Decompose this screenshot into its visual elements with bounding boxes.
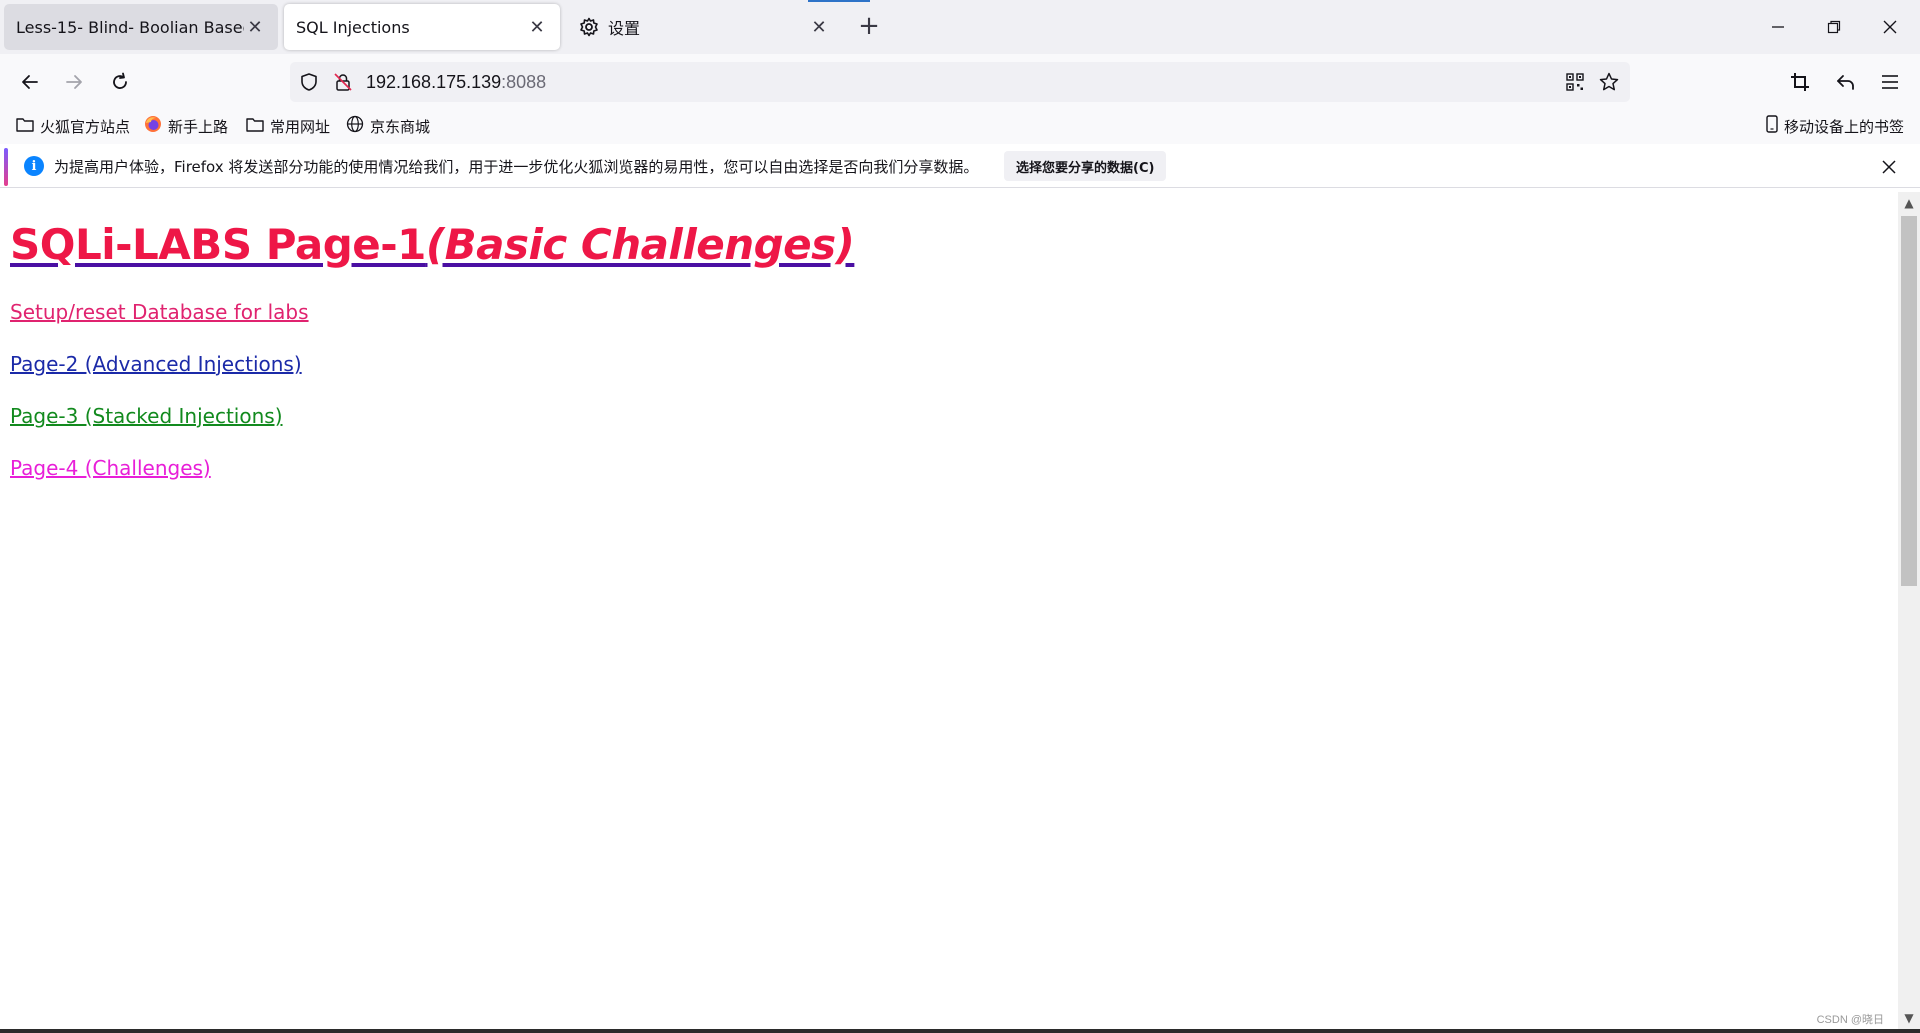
vertical-scrollbar[interactable]: ▲ ▼ <box>1898 192 1920 1029</box>
url-text[interactable]: 192.168.175.139:8088 <box>366 72 546 93</box>
page-4-challenges-link[interactable]: Page-4 (Challenges) <box>10 456 211 480</box>
close-window-icon[interactable] <box>1874 12 1906 42</box>
page-3-stacked-injections-link[interactable]: Page-3 (Stacked Injections) <box>10 404 283 428</box>
page-title[interactable]: SQLi-LABS Page-1(Basic Challenges) <box>10 220 855 269</box>
bookmark-jd-mall[interactable]: 京东商城 <box>346 114 430 138</box>
info-icon: i <box>24 156 44 176</box>
navigation-toolbar: 192.168.175.139:8088 <box>0 54 1920 108</box>
tab-title: SQL Injections <box>296 17 410 37</box>
globe-icon <box>346 115 364 137</box>
notification-message: 为提高用户体验，Firefox 将发送部分功能的使用情况给我们，用于进一步优化火… <box>54 158 979 176</box>
folder-icon <box>246 116 264 136</box>
mobile-device-icon <box>1766 115 1778 137</box>
forward-arrow-icon[interactable] <box>58 66 90 98</box>
reload-icon[interactable] <box>104 66 136 98</box>
close-tab-icon[interactable]: ✕ <box>526 16 548 38</box>
page-title-sub: (Basic Challenges) <box>425 220 855 269</box>
screenshot-crop-icon[interactable] <box>1784 66 1816 98</box>
url-host: 192.168.175.139 <box>366 71 502 92</box>
taskbar-edge <box>0 1029 1920 1033</box>
bookmark-label: 京东商城 <box>370 117 431 136</box>
watermark: CSDN @晓日 <box>1816 1014 1884 1026</box>
bookmark-label: 移动设备上的书签 <box>1784 117 1905 136</box>
bookmark-folder-common-sites[interactable]: 常用网址 <box>246 114 330 138</box>
close-tab-icon[interactable]: ✕ <box>244 16 266 38</box>
undo-close-tab-icon[interactable] <box>1830 66 1862 98</box>
bookmark-label: 火狐官方站点 <box>40 117 131 136</box>
tab-loading-indicator <box>808 0 870 2</box>
scroll-down-arrow-icon[interactable]: ▼ <box>1902 1011 1916 1025</box>
minimize-icon[interactable] <box>1762 12 1794 42</box>
tab-title: 设置 <box>608 19 641 38</box>
bookmark-label: 常用网址 <box>270 117 331 136</box>
tab-sql-injections[interactable]: SQL Injections ✕ <box>284 4 560 50</box>
bookmark-star-icon[interactable] <box>1596 69 1622 95</box>
restore-icon[interactable] <box>1818 12 1850 42</box>
notification-accent <box>4 148 8 186</box>
page-content: SQLi-LABS Page-1(Basic Challenges) Setup… <box>0 192 1898 1029</box>
tab-title: Less-15- Blind- Boolian Based- S <box>16 17 244 37</box>
bookmark-folder-firefox-official[interactable]: 火狐官方站点 <box>16 114 130 138</box>
new-tab-plus-icon[interactable]: + <box>856 13 882 40</box>
hamburger-menu-icon[interactable] <box>1874 66 1906 98</box>
address-bar[interactable]: 192.168.175.139:8088 <box>290 62 1630 102</box>
qr-code-icon[interactable] <box>1562 69 1588 95</box>
tab-settings[interactable]: 设置 ✕ <box>566 4 842 50</box>
scrollbar-thumb[interactable] <box>1901 216 1917 586</box>
choose-data-to-share-button[interactable]: 选择您要分享的数据(C) <box>1004 151 1167 181</box>
scroll-up-arrow-icon[interactable]: ▲ <box>1902 196 1916 210</box>
bookmarks-toolbar: 火狐官方站点 新手上路 常用网址 京东商城 移动设备上的书签 <box>0 108 1920 144</box>
back-arrow-icon[interactable] <box>14 66 46 98</box>
close-icon[interactable] <box>1876 154 1902 180</box>
insecure-lock-icon[interactable] <box>330 69 356 95</box>
setup-reset-database-link[interactable]: Setup/reset Database for labs <box>10 300 309 324</box>
tab-less-15[interactable]: Less-15- Blind- Boolian Based- S ✕ <box>4 4 278 50</box>
bookmark-label: 新手上路 <box>168 117 229 136</box>
gear-icon <box>578 16 600 38</box>
mobile-bookmarks[interactable]: 移动设备上的书签 <box>1766 114 1904 138</box>
url-port: :8088 <box>501 71 547 92</box>
page-2-advanced-injections-link[interactable]: Page-2 (Advanced Injections) <box>10 352 302 376</box>
bookmark-getting-started[interactable]: 新手上路 <box>144 114 228 138</box>
shield-icon[interactable] <box>296 69 322 95</box>
folder-icon <box>16 116 34 136</box>
tab-strip: Less-15- Blind- Boolian Based- S ✕ SQL I… <box>0 0 1920 54</box>
page-title-main: SQLi-LABS Page-1 <box>10 220 426 269</box>
close-tab-icon[interactable]: ✕ <box>808 16 830 38</box>
firefox-icon <box>144 115 162 137</box>
telemetry-notification-bar: i 为提高用户体验，Firefox 将发送部分功能的使用情况给我们，用于进一步优… <box>0 144 1920 188</box>
